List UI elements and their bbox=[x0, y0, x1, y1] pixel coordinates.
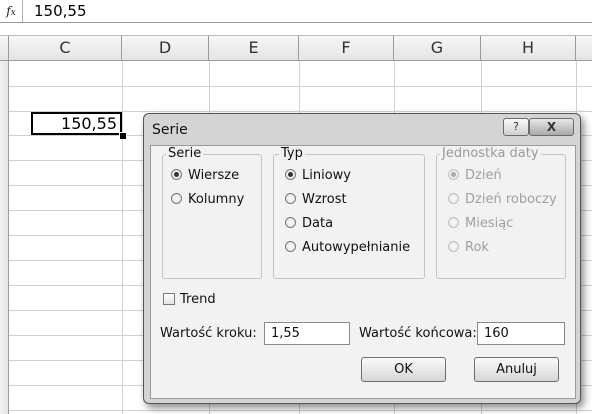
radio-autowypelnianie[interactable]: Autowypełnianie bbox=[285, 240, 410, 255]
column-header-c[interactable]: C bbox=[9, 35, 122, 61]
radio-label: Wiersze bbox=[188, 168, 240, 183]
formula-input[interactable]: 150,55 bbox=[34, 2, 87, 20]
radio-indicator[interactable] bbox=[285, 241, 296, 252]
radio-rok[interactable]: Rok bbox=[448, 240, 489, 255]
radio-indicator[interactable] bbox=[448, 169, 459, 180]
checkbox-box[interactable] bbox=[163, 293, 175, 305]
dialog-title: Serie bbox=[152, 122, 188, 138]
row-header-strip[interactable] bbox=[0, 61, 9, 414]
radio-indicator[interactable] bbox=[171, 169, 182, 180]
radio-dzien[interactable]: Dzień bbox=[448, 168, 502, 183]
radio-indicator[interactable] bbox=[171, 193, 182, 204]
select-all-corner[interactable] bbox=[0, 35, 9, 61]
column-header-e[interactable]: E bbox=[209, 35, 299, 61]
serie-group-title: Serie bbox=[166, 146, 204, 161]
radio-indicator[interactable] bbox=[448, 193, 459, 204]
radio-label: Data bbox=[302, 216, 334, 231]
radio-label: Miesiąc bbox=[465, 216, 514, 231]
radio-label: Autowypełnianie bbox=[302, 240, 411, 255]
column-header-f[interactable]: F bbox=[299, 35, 394, 61]
stop-value-label: Wartość końcowa: bbox=[359, 326, 477, 341]
radio-wiersze[interactable]: Wiersze bbox=[171, 168, 239, 183]
ok-button[interactable]: OK bbox=[361, 357, 446, 382]
radio-wzrost[interactable]: Wzrost bbox=[285, 192, 347, 207]
active-cell-c[interactable]: 150,55 bbox=[31, 112, 122, 135]
radio-label: Kolumny bbox=[188, 192, 245, 207]
cancel-button[interactable]: Anuluj bbox=[474, 357, 559, 382]
radio-label: Dzień roboczy bbox=[465, 192, 557, 207]
checkbox-label: Trend bbox=[180, 292, 216, 307]
radio-indicator[interactable] bbox=[285, 169, 296, 180]
radio-dzien-roboczy[interactable]: Dzień roboczy bbox=[448, 192, 557, 207]
fill-handle[interactable] bbox=[119, 132, 127, 140]
radio-kolumny[interactable]: Kolumny bbox=[171, 192, 244, 207]
step-value-input[interactable]: 1,55 bbox=[264, 322, 350, 345]
radio-indicator[interactable] bbox=[448, 241, 459, 252]
step-value-label: Wartość kroku: bbox=[160, 326, 257, 341]
radio-label: Wzrost bbox=[302, 192, 347, 207]
column-header-i[interactable] bbox=[576, 35, 592, 61]
typ-group-title: Typ bbox=[279, 146, 305, 161]
formula-bar: fx 150,55 bbox=[0, 0, 592, 23]
date-unit-group-title: Jednostka daty bbox=[440, 146, 541, 161]
radio-indicator[interactable] bbox=[285, 193, 296, 204]
stop-value-input[interactable]: 160 bbox=[477, 322, 565, 345]
column-header-h[interactable]: H bbox=[481, 35, 576, 61]
series-dialog: Serie ? X Serie Wiersze Kolumny Typ Lini… bbox=[143, 113, 581, 404]
trend-checkbox[interactable]: Trend bbox=[163, 292, 216, 307]
column-header-g[interactable]: G bbox=[394, 35, 481, 61]
radio-indicator[interactable] bbox=[448, 217, 459, 228]
column-header-d[interactable]: D bbox=[122, 35, 209, 61]
dialog-body: Serie Wiersze Kolumny Typ Liniowy Wzrost… bbox=[150, 145, 576, 399]
radio-label: Dzień bbox=[465, 168, 502, 183]
gridline bbox=[9, 410, 592, 411]
radio-liniowy[interactable]: Liniowy bbox=[285, 168, 351, 183]
radio-miesiac[interactable]: Miesiąc bbox=[448, 216, 513, 231]
gridline bbox=[122, 61, 123, 414]
help-button[interactable]: ? bbox=[503, 118, 529, 136]
radio-data[interactable]: Data bbox=[285, 216, 333, 231]
fx-icon[interactable]: fx bbox=[0, 0, 23, 22]
radio-label: Liniowy bbox=[302, 168, 351, 183]
close-button[interactable]: X bbox=[529, 118, 574, 136]
radio-label: Rok bbox=[465, 240, 489, 255]
radio-indicator[interactable] bbox=[285, 217, 296, 228]
gridline bbox=[9, 86, 592, 87]
